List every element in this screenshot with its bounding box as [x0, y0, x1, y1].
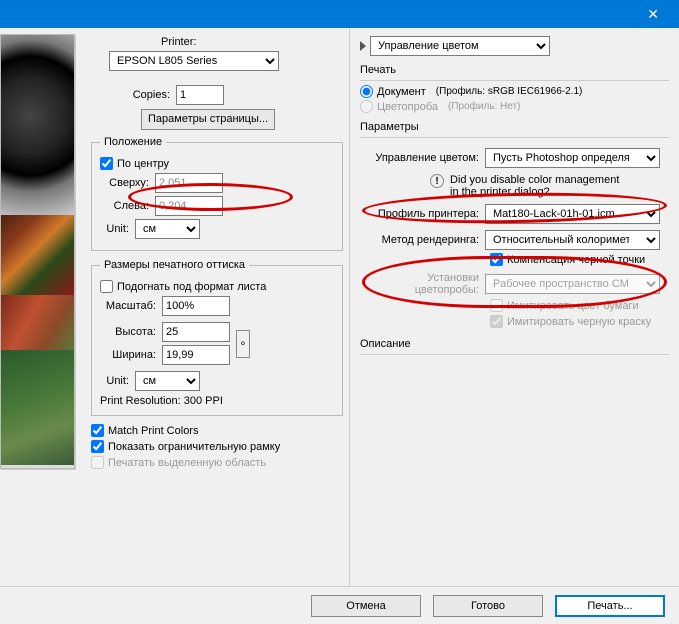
- left-label: Слева:: [100, 200, 155, 212]
- resolution-text: Print Resolution: 300 PPI: [100, 395, 334, 407]
- width-label: Ширина:: [100, 349, 162, 361]
- proof-setup-select: Рабочее пространство CMYK: [485, 274, 660, 294]
- fit-checkbox-input[interactable]: [100, 280, 113, 293]
- scale-input[interactable]: [162, 296, 230, 316]
- sim-black-input: [490, 315, 503, 328]
- document-profile: (Профиль: sRGB IEC61966-2.1): [436, 86, 583, 97]
- proof-radio-label: Цветопроба: [377, 101, 438, 113]
- show-bbox-checkbox[interactable]: Показать ограничительную рамку: [91, 440, 343, 453]
- printer-label: Printer:: [161, 36, 343, 48]
- height-input[interactable]: [162, 322, 230, 342]
- print-preview: [0, 34, 75, 469]
- pos-unit-label: Unit:: [100, 223, 135, 235]
- preview-image-landscape: [1, 350, 74, 465]
- size-group: Размеры печатного оттиска Подогнать под …: [91, 259, 343, 416]
- show-bbox-input[interactable]: [91, 440, 104, 453]
- size-legend: Размеры печатного оттиска: [100, 259, 249, 271]
- color-mgmt-label: Управление цветом:: [360, 152, 485, 164]
- warning-line2: in the printer dialog?: [450, 186, 619, 198]
- cancel-button[interactable]: Отмена: [311, 595, 421, 617]
- close-icon[interactable]: ✕: [637, 2, 669, 27]
- print-selection-input: [91, 456, 104, 469]
- print-selection-label: Печатать выделенную область: [108, 457, 266, 469]
- center-checkbox-label: По центру: [117, 158, 169, 170]
- rendering-select[interactable]: Относительный колориметр...: [485, 230, 660, 250]
- proof-profile: (Профиль: Нет): [448, 101, 520, 112]
- preview-image-meat: [1, 295, 74, 350]
- print-settings-panel: Printer: EPSON L805 Series Copies: Парам…: [85, 28, 350, 586]
- print-selection-checkbox: Печатать выделенную область: [91, 456, 343, 469]
- preview-image-bottles: [1, 215, 74, 295]
- position-legend: Положение: [100, 136, 166, 148]
- print-section-title: Печать: [360, 64, 669, 76]
- copies-input[interactable]: [176, 85, 224, 105]
- warning-icon: !: [430, 174, 444, 188]
- proof-radio: [360, 100, 373, 113]
- sim-paper-checkbox: Имитировать цвет бумаги: [490, 299, 669, 312]
- print-button[interactable]: Печать...: [555, 595, 665, 617]
- document-radio[interactable]: [360, 85, 373, 98]
- description-title: Описание: [360, 338, 669, 350]
- left-input: [155, 196, 223, 216]
- dialog-buttons: Отмена Готово Печать...: [0, 586, 679, 624]
- size-unit-label: Unit:: [100, 375, 135, 387]
- height-label: Высота:: [100, 326, 162, 338]
- preview-column: [0, 28, 85, 586]
- fit-checkbox-label: Подогнать под формат листа: [117, 281, 266, 293]
- match-colors-label: Match Print Colors: [108, 425, 198, 437]
- proof-setup-label: Установки цветопробы:: [360, 272, 485, 296]
- match-colors-input[interactable]: [91, 424, 104, 437]
- printer-profile-label: Профиль принтера:: [360, 208, 485, 220]
- pos-unit-select[interactable]: см: [135, 219, 200, 239]
- show-bbox-label: Показать ограничительную рамку: [108, 441, 280, 453]
- position-group: Положение По центру Сверху: Слева: Unit:…: [91, 136, 343, 251]
- link-icon[interactable]: ⚬: [236, 330, 250, 358]
- sim-black-checkbox: Имитировать черную краску: [490, 315, 669, 328]
- black-point-label: Компенсация черной точки: [507, 254, 645, 266]
- sim-black-label: Имитировать черную краску: [507, 316, 651, 328]
- width-input[interactable]: [162, 345, 230, 365]
- color-mgmt-select[interactable]: Пусть Photoshop определяет ...: [485, 148, 660, 168]
- black-point-input[interactable]: [490, 253, 503, 266]
- chevron-right-icon[interactable]: [360, 41, 366, 51]
- title-bar: ✕: [0, 0, 679, 28]
- done-button[interactable]: Готово: [433, 595, 543, 617]
- preview-image-watch: [1, 35, 74, 215]
- dialog-body: Printer: EPSON L805 Series Copies: Парам…: [0, 28, 679, 586]
- color-management-panel: Управление цветом Печать Документ (Профи…: [350, 28, 679, 586]
- fit-checkbox[interactable]: Подогнать под формат листа: [100, 280, 334, 293]
- size-unit-select[interactable]: см: [135, 371, 200, 391]
- center-checkbox[interactable]: По центру: [100, 157, 334, 170]
- sim-paper-label: Имитировать цвет бумаги: [507, 300, 639, 312]
- rendering-label: Метод рендеринга:: [360, 234, 485, 246]
- printer-select[interactable]: EPSON L805 Series: [109, 51, 279, 71]
- color-section-select[interactable]: Управление цветом: [370, 36, 550, 56]
- match-colors-checkbox[interactable]: Match Print Colors: [91, 424, 343, 437]
- top-label: Сверху:: [100, 177, 155, 189]
- scale-label: Масштаб:: [100, 300, 162, 312]
- warning-line1: Did you disable color management: [450, 174, 619, 186]
- copies-label: Copies:: [121, 89, 176, 101]
- document-radio-label: Документ: [377, 86, 426, 98]
- top-input: [155, 173, 223, 193]
- printer-profile-select[interactable]: Mat180-Lack-01h-01.icm: [485, 204, 660, 224]
- center-checkbox-input[interactable]: [100, 157, 113, 170]
- sim-paper-input: [490, 299, 503, 312]
- black-point-checkbox[interactable]: Компенсация черной точки: [490, 253, 669, 266]
- params-section-title: Параметры: [360, 121, 669, 133]
- page-setup-button[interactable]: Параметры страницы...: [141, 109, 275, 130]
